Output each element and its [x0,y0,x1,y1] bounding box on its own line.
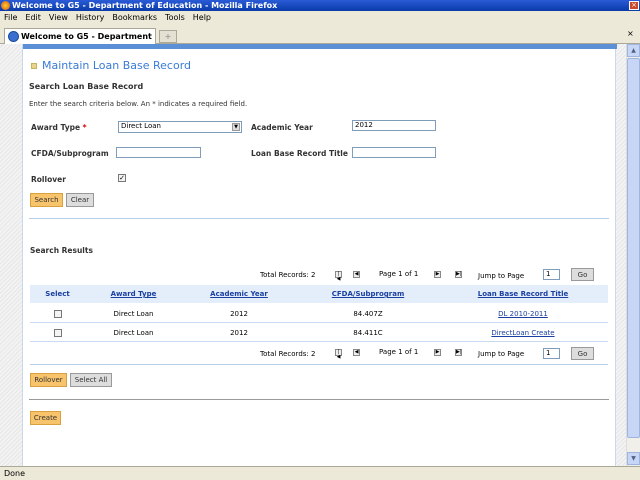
cfda-label: CFDA/Subprogram [31,149,109,158]
page-indicator: Page 1 of 1 [379,270,419,278]
pager-bottom: Total Records: 2 |◀ ◀ Page 1 of 1 ▶ ▶| J… [23,346,617,360]
vertical-scrollbar[interactable]: ▲ ▼ [626,44,640,466]
header-bar [23,44,617,49]
cell-year: 2012 [230,329,248,337]
first-page-icon[interactable]: |◀ [335,271,342,282]
menu-view[interactable]: View [49,13,68,22]
browser-tab[interactable]: Welcome to G5 - Department of Edu... [4,28,156,44]
right-gutter [616,44,626,466]
divider [29,399,609,400]
last-page-icon[interactable]: ▶| [455,349,462,356]
cell-award-type: Direct Loan [113,329,154,337]
award-type-label: Award Type * [31,123,87,132]
row-select-checkbox[interactable] [54,329,62,337]
page-title: Maintain Loan Base Record [42,59,191,72]
column-academic-year[interactable]: Academic Year [182,290,296,298]
results-table-header: Select Award Type Academic Year CFDA/Sub… [30,285,608,303]
rollover-label: Rollover [31,175,66,184]
clear-button[interactable]: Clear [66,193,94,207]
record-title-label: Loan Base Record Title [251,149,348,158]
next-page-icon[interactable]: ▶ [434,271,441,278]
menu-history[interactable]: History [76,13,104,22]
column-select: Select [45,290,70,298]
search-button[interactable]: Search [30,193,63,207]
required-marker: * [82,123,87,132]
next-page-icon[interactable]: ▶ [434,349,441,356]
instructions: Enter the search criteria below. An * in… [29,100,248,108]
rollover-button[interactable]: Rollover [30,373,67,387]
title-bullet-icon [31,63,37,69]
select-all-button[interactable]: Select All [70,373,112,387]
results-heading: Search Results [30,246,93,255]
cell-cfda: 84.411C [353,329,383,337]
window-title: Welcome to G5 - Department of Education … [12,1,278,10]
total-records: Total Records: 2 [260,350,316,358]
jump-page-input[interactable]: 1 [543,269,560,280]
tab-bar: Welcome to G5 - Department of Edu... + × [0,25,640,44]
tab-label: Welcome to G5 - Department of Edu... [21,32,155,41]
pager-top: Total Records: 2 |◀ ◀ Page 1 of 1 ▶ ▶| J… [23,268,617,282]
page-indicator: Page 1 of 1 [379,348,419,356]
award-type-select[interactable]: Direct Loan ▼ [118,121,242,133]
first-page-icon[interactable]: |◀ [335,349,342,360]
rollover-checkbox[interactable]: ✓ [118,174,126,182]
academic-year-input[interactable]: 2012 [352,120,436,131]
go-button[interactable]: Go [571,347,594,360]
window-title-bar: Welcome to G5 - Department of Education … [0,0,640,11]
section-heading: Search Loan Base Record [29,82,144,91]
chevron-down-icon: ▼ [232,123,240,131]
column-award-type[interactable]: Award Type [87,290,180,298]
table-row: Direct Loan 2012 84.407Z DL 2010-2011 [30,305,608,323]
menu-bookmarks[interactable]: Bookmarks [112,13,157,22]
cell-award-type: Direct Loan [113,310,154,318]
prev-page-icon[interactable]: ◀ [353,271,360,278]
status-bar: Done [0,466,640,480]
scroll-up-icon[interactable]: ▲ [627,44,640,57]
jump-label: Jump to Page [478,272,525,280]
menu-tools[interactable]: Tools [165,13,185,22]
menu-help[interactable]: Help [193,13,211,22]
firefox-icon [1,1,10,10]
left-gutter [0,44,22,466]
new-tab-button[interactable]: + [159,30,177,43]
divider [30,364,608,365]
status-text: Done [4,469,26,478]
menu-edit[interactable]: Edit [25,13,41,22]
site-globe-icon [8,31,19,42]
column-cfda[interactable]: CFDA/Subprogram [298,290,438,298]
scrollbar-thumb[interactable] [627,58,640,438]
close-window-button[interactable]: × [629,1,639,10]
jump-page-input[interactable]: 1 [543,348,560,359]
record-title-link[interactable]: DirectLoan Create [440,329,606,337]
cell-cfda: 84.407Z [353,310,383,318]
menu-file[interactable]: File [4,13,17,22]
page-content: Maintain Loan Base Record Search Loan Ba… [22,44,617,466]
row-select-checkbox[interactable] [54,310,62,318]
total-records: Total Records: 2 [260,271,316,279]
table-row: Direct Loan 2012 84.411C DirectLoan Crea… [30,324,608,342]
column-record-title[interactable]: Loan Base Record Title [440,290,606,298]
cell-year: 2012 [230,310,248,318]
academic-year-label: Academic Year [251,123,313,132]
record-title-input[interactable] [352,147,436,158]
scroll-down-icon[interactable]: ▼ [627,452,640,465]
close-tab-icon[interactable]: × [627,29,637,39]
divider [29,218,609,219]
menu-bar: File Edit View History Bookmarks Tools Help [0,11,640,25]
jump-label: Jump to Page [478,350,525,358]
go-button[interactable]: Go [571,268,594,281]
last-page-icon[interactable]: ▶| [455,271,462,278]
prev-page-icon[interactable]: ◀ [353,349,360,356]
create-button[interactable]: Create [30,411,61,425]
cfda-input[interactable] [116,147,201,158]
record-title-link[interactable]: DL 2010-2011 [440,310,606,318]
